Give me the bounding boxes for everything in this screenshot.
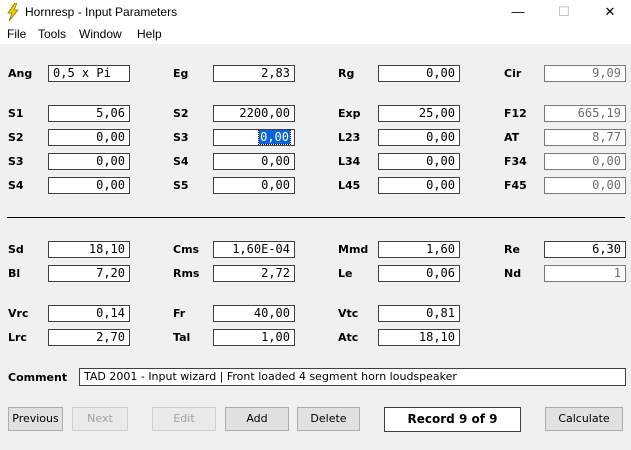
label-s2-left: S2 (8, 131, 24, 144)
menu-tools[interactable]: Tools (38, 27, 66, 41)
delete-button[interactable]: Delete (297, 407, 360, 431)
label-s2: S2 (173, 107, 189, 120)
label-s4: S4 (173, 155, 189, 168)
maximize-button[interactable]: ☐ (541, 0, 587, 24)
field-vtc[interactable]: 0,81 (378, 305, 460, 322)
field-l34[interactable]: 0,00 (378, 153, 460, 170)
label-bl: Bl (8, 267, 21, 280)
label-l23: L23 (338, 131, 361, 144)
label-l45: L45 (338, 179, 361, 192)
field-eg[interactable]: 2,83 (213, 65, 295, 82)
menu-help[interactable]: Help (137, 27, 162, 41)
field-mmd[interactable]: 1,60 (378, 241, 460, 258)
field-l23[interactable]: 0,00 (378, 129, 460, 146)
label-f12: F12 (504, 107, 527, 120)
field-le[interactable]: 0,06 (378, 265, 460, 282)
field-nd: 1 (544, 265, 626, 282)
label-rms: Rms (173, 267, 200, 280)
field-f34: 0,00 (544, 153, 626, 170)
comment-field[interactable]: TAD 2001 - Input wizard | Front loaded 4… (79, 368, 626, 386)
label-ang: Ang (8, 67, 33, 80)
field-f12: 665,19 (544, 105, 626, 122)
label-le: Le (338, 267, 353, 280)
minimize-button[interactable]: — (495, 0, 541, 24)
field-s3[interactable]: 0,00 (213, 129, 295, 146)
field-s5[interactable]: 0,00 (213, 177, 295, 194)
field-sd[interactable]: 18,10 (48, 241, 130, 258)
label-s3-left: S3 (8, 155, 24, 168)
label-sd: Sd (8, 243, 24, 256)
field-s4[interactable]: 0,00 (213, 153, 295, 170)
label-vrc: Vrc (8, 307, 29, 320)
field-exp[interactable]: 25,00 (378, 105, 460, 122)
label-lrc: Lrc (8, 331, 27, 344)
label-s1: S1 (8, 107, 24, 120)
field-l45[interactable]: 0,00 (378, 177, 460, 194)
label-s4-left: S4 (8, 179, 24, 192)
section-divider (7, 217, 625, 218)
field-s3-left[interactable]: 0,00 (48, 153, 130, 170)
edit-button[interactable]: Edit (152, 407, 216, 431)
menu-bar: File Tools Window Help (0, 24, 631, 44)
label-mmd: Mmd (338, 243, 369, 256)
label-l34: L34 (338, 155, 361, 168)
record-indicator: Record 9 of 9 (384, 407, 521, 432)
menu-file[interactable]: File (7, 27, 26, 41)
field-tal[interactable]: 1,00 (213, 329, 295, 346)
next-button[interactable]: Next (72, 407, 128, 431)
field-s4-left[interactable]: 0,00 (48, 177, 130, 194)
field-rg[interactable]: 0,00 (378, 65, 460, 82)
field-rms[interactable]: 2,72 (213, 265, 295, 282)
field-cir: 9,09 (544, 65, 626, 82)
menu-window[interactable]: Window (79, 27, 122, 41)
calculate-button[interactable]: Calculate (545, 407, 623, 431)
label-tal: Tal (173, 331, 191, 344)
field-vrc[interactable]: 0,14 (48, 305, 130, 322)
field-atc[interactable]: 18,10 (378, 329, 460, 346)
field-ang[interactable]: 0,5 x Pi (48, 65, 130, 82)
add-button[interactable]: Add (225, 407, 289, 431)
window-title: Hornresp - Input Parameters (25, 5, 178, 19)
label-nd: Nd (504, 267, 522, 280)
field-s1[interactable]: 5,06 (48, 105, 130, 122)
field-s2-left[interactable]: 0,00 (48, 129, 130, 146)
field-bl[interactable]: 7,20 (48, 265, 130, 282)
label-vtc: Vtc (338, 307, 359, 320)
label-eg: Eg (173, 67, 189, 80)
label-f45: F45 (504, 179, 527, 192)
field-s3-selected-text: 0,00 (258, 130, 291, 145)
label-cms: Cms (173, 243, 200, 256)
field-fr[interactable]: 40,00 (213, 305, 295, 322)
label-exp: Exp (338, 107, 361, 120)
field-s2[interactable]: 2200,00 (213, 105, 295, 122)
label-atc: Atc (338, 331, 359, 344)
label-f34: F34 (504, 155, 527, 168)
field-lrc[interactable]: 2,70 (48, 329, 130, 346)
title-bar: Hornresp - Input Parameters — ☐ ✕ (0, 0, 631, 24)
previous-button[interactable]: Previous (8, 407, 63, 431)
app-lightning-icon (7, 3, 19, 21)
label-s3: S3 (173, 131, 189, 144)
field-cms[interactable]: 1,60E-04 (213, 241, 295, 258)
label-cir: Cir (504, 67, 522, 80)
label-at: AT (504, 131, 520, 144)
label-re: Re (504, 243, 520, 256)
label-comment: Comment (8, 371, 68, 384)
close-button[interactable]: ✕ (587, 0, 631, 24)
label-fr: Fr (173, 307, 186, 320)
field-f45: 0,00 (544, 177, 626, 194)
label-rg: Rg (338, 67, 355, 80)
field-at: 8,77 (544, 129, 626, 146)
label-s5: S5 (173, 179, 189, 192)
field-re[interactable]: 6,30 (544, 241, 626, 258)
